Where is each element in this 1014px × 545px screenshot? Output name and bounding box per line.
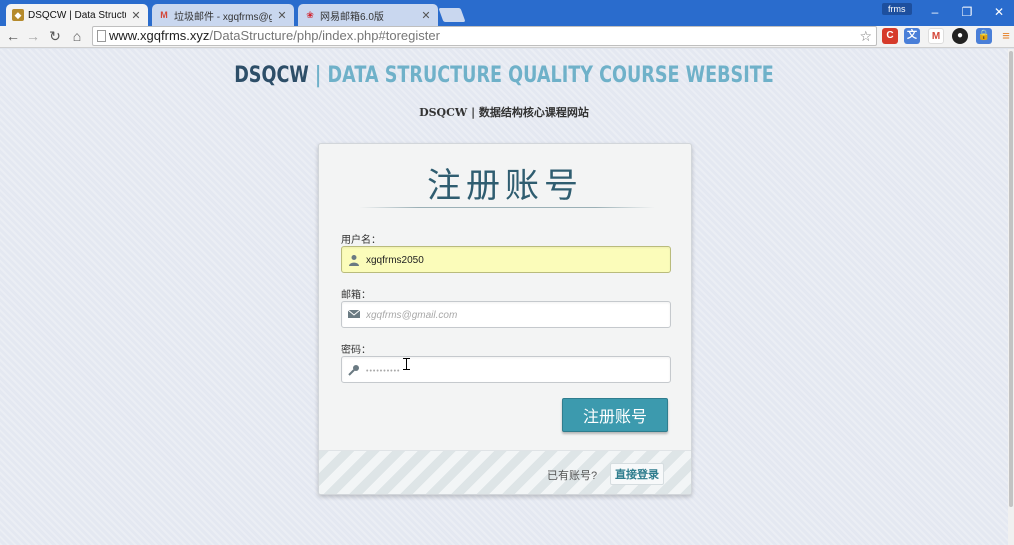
tab-gmail[interactable]: M 垃圾邮件 - xgqfrms@gma ✕ bbox=[152, 4, 294, 26]
user-icon bbox=[348, 254, 360, 266]
new-tab-button[interactable] bbox=[438, 8, 466, 22]
close-window-button[interactable]: ✕ bbox=[984, 3, 1014, 21]
username-input[interactable] bbox=[366, 251, 662, 269]
login-link[interactable]: 直接登录 bbox=[610, 463, 664, 485]
username-field[interactable] bbox=[341, 246, 671, 273]
address-bar[interactable]: www.xgqfrms.xyz/DataStructure/php/index.… bbox=[92, 26, 877, 46]
netease-mail-icon: ❀ bbox=[306, 9, 314, 20]
site-subtitle: DSQCW | 数据结构核心课程网站 bbox=[419, 106, 589, 119]
text-cursor-icon bbox=[403, 358, 412, 370]
bookmark-star-icon[interactable]: ☆ bbox=[859, 27, 872, 45]
menu-icon[interactable]: ≡ bbox=[998, 28, 1014, 44]
translate-extension-icon[interactable]: 文 bbox=[904, 28, 920, 44]
tab-close-icon[interactable]: ✕ bbox=[276, 9, 288, 22]
restore-button[interactable]: ❐ bbox=[952, 3, 982, 21]
site-title: DSQCW | DATA STRUCTURE QUALITY COURSE WE… bbox=[101, 63, 907, 88]
site-title-rest: | DATA STRUCTURE QUALITY COURSE WEBSITE bbox=[308, 63, 774, 88]
email-field[interactable] bbox=[341, 301, 671, 328]
profile-badge[interactable]: frms bbox=[882, 3, 912, 15]
back-arrow-icon[interactable]: ← bbox=[4, 27, 22, 45]
heading-divider bbox=[359, 207, 655, 208]
password-label: 密码： bbox=[341, 345, 371, 356]
site-logo-icon: ◆ bbox=[12, 9, 24, 21]
card-footer: 已有账号? 直接登录 bbox=[319, 450, 691, 494]
browser-tab-strip: ◆ DSQCW | Data Structure Q ✕ M 垃圾邮件 - xg… bbox=[0, 0, 1014, 26]
key-icon bbox=[348, 364, 360, 376]
scrollbar-thumb[interactable] bbox=[1009, 51, 1013, 507]
forward-arrow-icon[interactable]: → bbox=[24, 27, 42, 45]
register-card: 注册账号 用户名： 邮箱： 密码： 注册账号 已有账号? 直接登录 bbox=[318, 143, 692, 495]
browser-toolbar: ← → ↻ ⌂ www.xgqfrms.xyz/DataStructure/ph… bbox=[0, 26, 1014, 48]
page-scrollbar[interactable] bbox=[1008, 49, 1014, 545]
tab-netease-mail[interactable]: ❀ 网易邮箱6.0版 ✕ bbox=[298, 4, 438, 26]
password-field[interactable] bbox=[341, 356, 671, 383]
tab-dsqcw[interactable]: ◆ DSQCW | Data Structure Q ✕ bbox=[6, 4, 148, 26]
gmail-extension-icon[interactable]: M bbox=[928, 28, 944, 44]
url-path: /DataStructure/php/index.php#toregister bbox=[209, 28, 440, 43]
tab-title: DSQCW | Data Structure Q bbox=[28, 9, 126, 21]
site-title-abbr: DSQCW bbox=[234, 63, 309, 88]
url-host: www.xgqfrms.xyz bbox=[109, 28, 210, 43]
register-button[interactable]: 注册账号 bbox=[562, 398, 668, 432]
tab-close-icon[interactable]: ✕ bbox=[130, 9, 142, 22]
tab-close-icon[interactable]: ✕ bbox=[420, 9, 432, 22]
tab-title: 网易邮箱6.0版 bbox=[320, 11, 384, 23]
page-content: DSQCW | DATA STRUCTURE QUALITY COURSE WE… bbox=[0, 49, 1008, 545]
username-label: 用户名： bbox=[341, 235, 381, 246]
home-icon[interactable]: ⌂ bbox=[68, 27, 86, 45]
page-icon bbox=[97, 30, 106, 42]
lock-extension-icon[interactable]: 🔒 bbox=[976, 28, 992, 44]
email-label: 邮箱： bbox=[341, 290, 371, 301]
gmail-icon: M bbox=[160, 10, 168, 20]
register-heading: 注册账号 bbox=[427, 166, 583, 206]
tab-title: 垃圾邮件 - xgqfrms@gma bbox=[174, 11, 272, 23]
extension-c-icon[interactable]: C bbox=[882, 28, 898, 44]
envelope-icon bbox=[347, 309, 361, 321]
email-input[interactable] bbox=[366, 306, 662, 324]
has-account-text: 已有账号? bbox=[547, 470, 598, 482]
circle-extension-icon[interactable]: ● bbox=[952, 28, 968, 44]
minimize-button[interactable]: – bbox=[920, 3, 950, 21]
reload-icon[interactable]: ↻ bbox=[46, 27, 64, 45]
